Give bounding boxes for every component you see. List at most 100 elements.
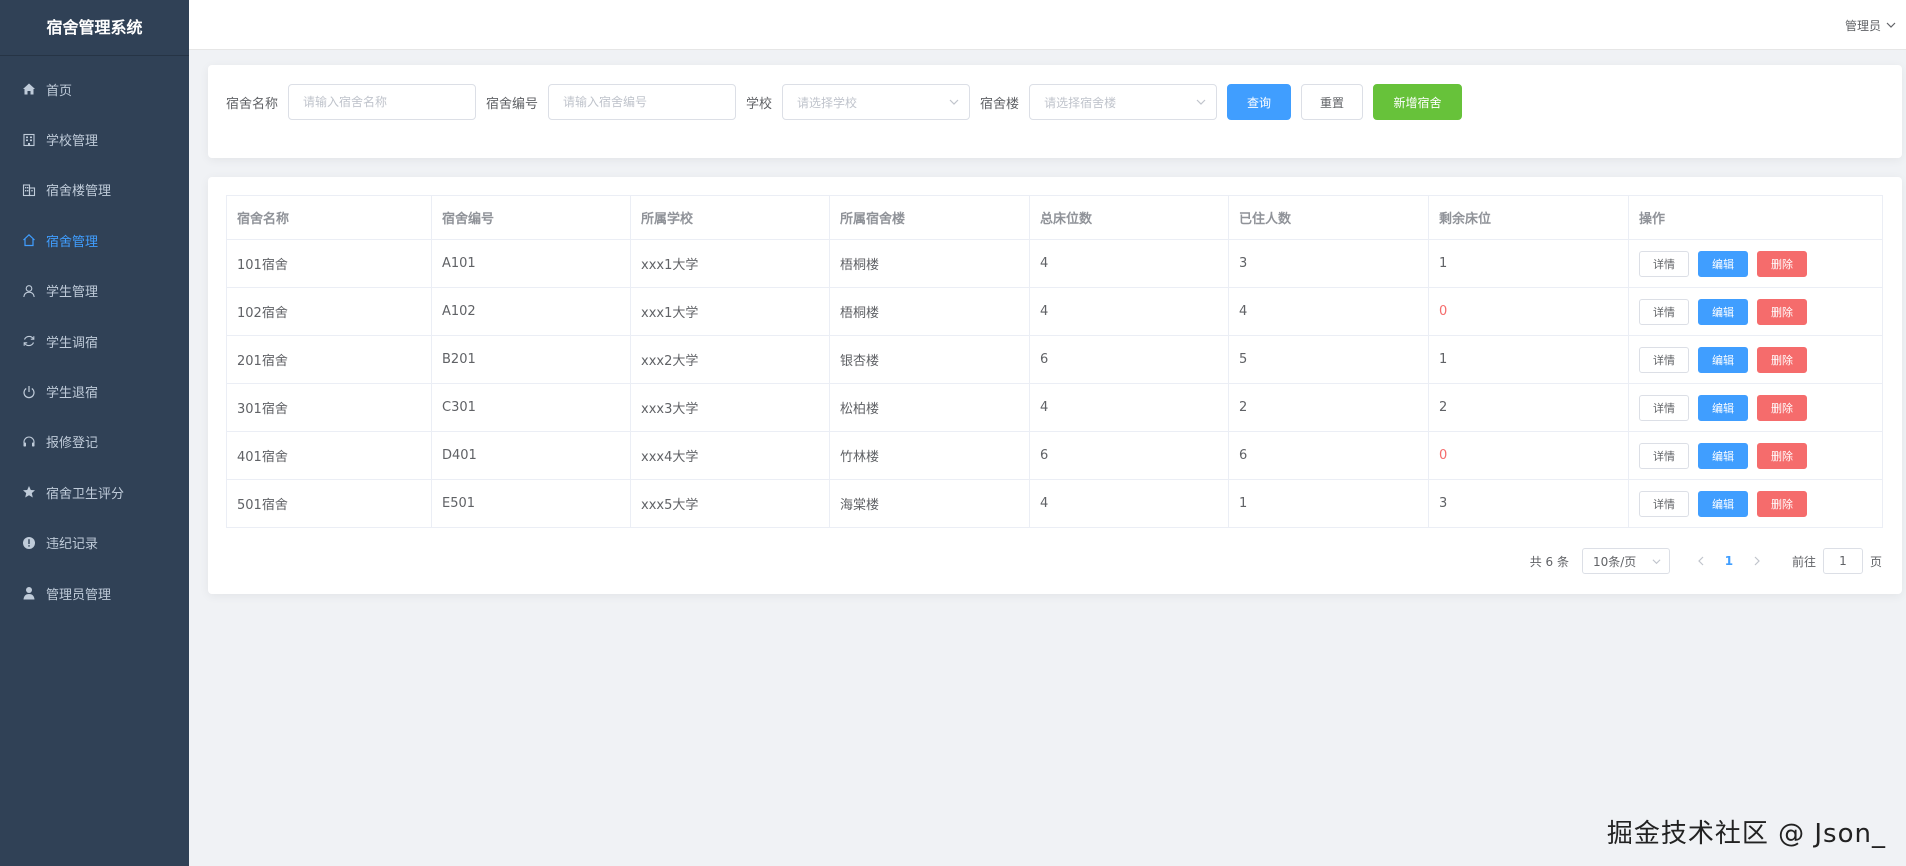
school-select-placeholder: 请选择学校	[797, 95, 858, 110]
delete-button[interactable]: 删除	[1757, 442, 1807, 469]
cell-name: 301宿舍	[226, 383, 432, 432]
sidebar-item-1[interactable]: 学校管理	[0, 114, 189, 164]
detail-button[interactable]: 详情	[1639, 346, 1689, 373]
detail-button[interactable]: 详情	[1639, 250, 1689, 277]
edit-button[interactable]: 编辑	[1698, 298, 1748, 325]
detail-button[interactable]: 详情	[1639, 394, 1689, 421]
delete-button[interactable]: 删除	[1757, 298, 1807, 325]
edit-button[interactable]: 编辑	[1698, 346, 1748, 373]
building-select[interactable]: 请选择宿舍楼	[1029, 84, 1218, 120]
sidebar-item-4[interactable]: 学生管理	[0, 266, 189, 316]
cell-building: 海棠楼	[829, 479, 1030, 528]
cell-remaining: 2	[1428, 383, 1629, 432]
table-row: 102宿舍 A102 xxx1大学 梧桐楼 4 4 0 详情 编辑 删除	[226, 287, 1883, 336]
chevron-left-icon	[1698, 556, 1704, 566]
top-header: 管理员	[189, 0, 1906, 50]
cell-school: xxx5大学	[630, 479, 830, 528]
table-row: 101宿舍 A101 xxx1大学 梧桐楼 4 3 1 详情 编辑 删除	[226, 239, 1883, 288]
row-actions: 详情 编辑 删除	[1639, 490, 1872, 517]
cell-remaining: 0	[1428, 431, 1629, 480]
query-button[interactable]: 查询	[1227, 84, 1292, 120]
sidebar-item-8[interactable]: 宿舍卫生评分	[0, 467, 189, 517]
column-header: 所属宿舍楼	[829, 195, 1030, 240]
add-dorm-button[interactable]: 新增宿舍	[1373, 84, 1463, 120]
row-actions: 详情 编辑 删除	[1639, 394, 1872, 421]
dorm-code-label: 宿舍编号	[486, 96, 539, 112]
cell-school: xxx3大学	[630, 383, 830, 432]
headset-icon	[22, 435, 36, 449]
user-dropdown[interactable]: 管理员	[1845, 0, 1896, 50]
delete-button[interactable]: 删除	[1757, 490, 1807, 517]
sidebar-item-label: 宿舍楼管理	[46, 184, 112, 200]
reset-button[interactable]: 重置	[1301, 84, 1364, 120]
edit-button[interactable]: 编辑	[1698, 442, 1748, 469]
edit-button[interactable]: 编辑	[1698, 394, 1748, 421]
warning-icon	[22, 536, 36, 550]
column-header: 剩余床位	[1428, 195, 1629, 240]
cell-occupied: 1	[1228, 479, 1429, 528]
sidebar-item-5[interactable]: 学生调宿	[0, 316, 189, 366]
detail-button[interactable]: 详情	[1639, 442, 1689, 469]
cell-occupied: 4	[1228, 287, 1429, 336]
row-actions: 详情 编辑 删除	[1639, 250, 1872, 277]
page-unit-label: 页	[1869, 554, 1882, 569]
sidebar-item-9[interactable]: 违纪记录	[0, 518, 189, 568]
column-header: 操作	[1628, 195, 1883, 240]
sidebar-menu: 首页学校管理宿舍楼管理宿舍管理 学生管理学生调宿学生退宿 报修登记 宿舍卫生评分 违纪记…	[0, 64, 189, 618]
detail-button[interactable]: 详情	[1639, 490, 1689, 517]
cell-total: 6	[1029, 335, 1229, 384]
cell-code: A102	[431, 287, 631, 336]
edit-button[interactable]: 编辑	[1698, 490, 1748, 517]
dorm-name-input[interactable]	[288, 84, 477, 120]
sidebar-item-label: 首页	[46, 83, 73, 99]
table-row: 301宿舍 C301 xxx3大学 松柏楼 4 2 2 详情 编辑 删除	[226, 383, 1883, 432]
cell-name: 201宿舍	[226, 335, 432, 384]
delete-button[interactable]: 删除	[1757, 394, 1807, 421]
cell-actions: 详情 编辑 删除	[1628, 335, 1883, 384]
cell-remaining: 1	[1428, 239, 1629, 288]
app-root: 宿舍管理系统 首页 学校管理 宿舍楼管理 宿舍管理 学生管理 学生调宿 学生退宿 报修登记 宿舍…	[0, 0, 1906, 866]
building-icon	[22, 133, 36, 147]
cell-school: xxx1大学	[630, 239, 830, 288]
prev-page-button[interactable]	[1688, 548, 1714, 574]
pagination: 共 6 条 10条/页 1 前往 页	[1530, 548, 1882, 574]
chevron-right-icon	[1754, 556, 1760, 566]
cell-code: D401	[431, 431, 631, 480]
sidebar-item-10[interactable]: 管理员管理	[0, 568, 189, 618]
cell-building: 梧桐楼	[829, 239, 1030, 288]
dorm-code-input[interactable]	[548, 84, 737, 120]
cell-code: C301	[431, 383, 631, 432]
school-select[interactable]: 请选择学校	[782, 84, 971, 120]
user-name: 管理员	[1844, 18, 1881, 33]
next-page-button[interactable]	[1744, 548, 1770, 574]
goto-label: 前往	[1791, 554, 1816, 569]
delete-button[interactable]: 删除	[1757, 346, 1807, 373]
cell-code: E501	[431, 479, 631, 528]
page-size-value: 10条/页	[1592, 554, 1637, 569]
sidebar-item-6[interactable]: 学生退宿	[0, 366, 189, 416]
sidebar-item-2[interactable]: 宿舍楼管理	[0, 165, 189, 215]
cell-total: 6	[1029, 431, 1229, 480]
sidebar-item-3[interactable]: 宿舍管理	[0, 215, 189, 265]
detail-button[interactable]: 详情	[1639, 298, 1689, 325]
dorm-table-panel: 宿舍名称 宿舍编号 所属学校 所属宿舍楼 总床位数 已住人数 剩余床位 操作 101宿舍 A10…	[208, 177, 1902, 594]
page-jumper: 前往 页	[1792, 548, 1882, 574]
cell-name: 102宿舍	[226, 287, 432, 336]
sidebar-item-7[interactable]: 报修登记	[0, 417, 189, 467]
sidebar-item-0[interactable]: 首页	[0, 64, 189, 114]
edit-button[interactable]: 编辑	[1698, 250, 1748, 277]
table-header-row: 宿舍名称 宿舍编号 所属学校 所属宿舍楼 总床位数 已住人数 剩余床位 操作	[226, 195, 1883, 240]
sidebar-item-label: 学校管理	[46, 134, 99, 150]
cell-occupied: 3	[1228, 239, 1429, 288]
chevron-down-icon	[1652, 557, 1661, 566]
school-label: 学校	[746, 96, 773, 112]
column-header: 宿舍名称	[226, 195, 432, 240]
table-row: 401宿舍 D401 xxx4大学 竹林楼 6 6 0 详情 编辑 删除	[226, 431, 1883, 480]
cell-actions: 详情 编辑 删除	[1628, 383, 1883, 432]
goto-page-input[interactable]	[1822, 548, 1863, 574]
sidebar-item-label: 学生调宿	[46, 335, 99, 351]
delete-button[interactable]: 删除	[1757, 250, 1807, 277]
column-header: 已住人数	[1228, 195, 1429, 240]
page-number-current[interactable]: 1	[1714, 548, 1744, 574]
page-size-select[interactable]: 10条/页	[1581, 548, 1670, 574]
